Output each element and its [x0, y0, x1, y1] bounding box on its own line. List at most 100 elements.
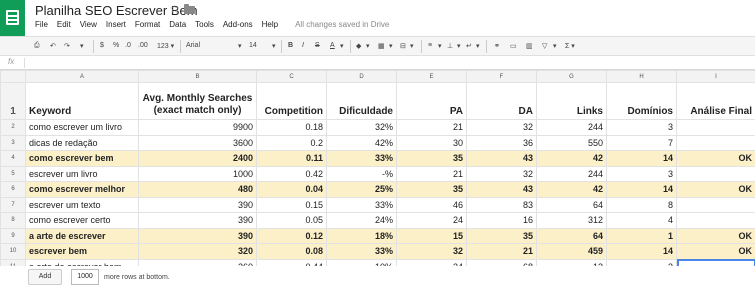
- cell-dominios[interactable]: 1: [606, 227, 677, 244]
- add-rows-button[interactable]: Add: [28, 269, 62, 285]
- menu-file[interactable]: File: [35, 20, 48, 29]
- cell-dominios[interactable]: 3: [606, 165, 677, 182]
- chevron-down-icon[interactable]: ▾: [340, 42, 344, 50]
- rows-count-input[interactable]: 1000: [71, 269, 99, 285]
- cell-pa[interactable]: 35: [396, 150, 467, 167]
- cell-competition[interactable]: 0.15: [256, 196, 327, 213]
- cell-analise-final[interactable]: OK: [676, 181, 755, 198]
- cell-da[interactable]: 43: [466, 181, 537, 198]
- cell-links[interactable]: 244: [536, 165, 607, 182]
- menu-addons[interactable]: Add-ons: [223, 20, 253, 29]
- undo-icon[interactable]: ↶: [50, 42, 56, 50]
- row-header[interactable]: 2: [0, 119, 26, 136]
- cell-analise-final[interactable]: [676, 134, 755, 151]
- cell-dominios[interactable]: 8: [606, 196, 677, 213]
- header-cell-keyword[interactable]: Keyword: [25, 82, 139, 120]
- chevron-down-icon[interactable]: ▾: [272, 42, 276, 50]
- row-header[interactable]: 10: [0, 243, 26, 260]
- row-header[interactable]: 3: [0, 134, 26, 151]
- menu-edit[interactable]: Edit: [57, 20, 71, 29]
- cell-keyword[interactable]: como escrever melhor: [25, 181, 139, 198]
- cell-da[interactable]: 32: [466, 119, 537, 136]
- star-icon[interactable]: ☆: [169, 2, 180, 16]
- row-header[interactable]: 9: [0, 227, 26, 244]
- text-wrap-icon[interactable]: ↵: [466, 42, 472, 50]
- cell-links[interactable]: 550: [536, 134, 607, 151]
- cell-keyword[interactable]: como escrever certo: [25, 212, 139, 229]
- column-header-g[interactable]: G: [536, 70, 607, 83]
- menu-tools[interactable]: Tools: [195, 20, 214, 29]
- cell-da[interactable]: 21: [466, 243, 537, 260]
- cell-competition[interactable]: 0.05: [256, 212, 327, 229]
- header-cell-dificuldade[interactable]: Dificuldade: [326, 82, 397, 120]
- cell-dificuldade[interactable]: 33%: [326, 196, 397, 213]
- font-size-dropdown[interactable]: 14: [249, 42, 257, 49]
- cell-analise-final[interactable]: OK: [676, 243, 755, 260]
- column-header-c[interactable]: C: [256, 70, 327, 83]
- chevron-down-icon[interactable]: ▾: [366, 42, 370, 50]
- bold-button[interactable]: B: [288, 42, 293, 49]
- cell-dificuldade[interactable]: 33%: [326, 150, 397, 167]
- cell-pa[interactable]: 15: [396, 227, 467, 244]
- cell-competition[interactable]: 0.2: [256, 134, 327, 151]
- cell-searches[interactable]: 480: [138, 181, 257, 198]
- paint-format-icon[interactable]: ▾: [80, 42, 84, 50]
- strikethrough-button[interactable]: S: [315, 42, 320, 49]
- cell-analise-final[interactable]: [676, 165, 755, 182]
- cell-links[interactable]: 42: [536, 150, 607, 167]
- cell-pa[interactable]: 30: [396, 134, 467, 151]
- corner-cell[interactable]: [0, 70, 26, 83]
- cell-searches[interactable]: 3600: [138, 134, 257, 151]
- cell-searches[interactable]: 9900: [138, 119, 257, 136]
- cell-analise-final[interactable]: [676, 196, 755, 213]
- cell-keyword[interactable]: dicas de redação: [25, 134, 139, 151]
- row-header[interactable]: 7: [0, 196, 26, 213]
- cell-searches[interactable]: 390: [138, 212, 257, 229]
- filter-icon[interactable]: ▽: [542, 42, 547, 50]
- cell-pa[interactable]: 46: [396, 196, 467, 213]
- cell-keyword[interactable]: escrever um texto: [25, 196, 139, 213]
- cell-da[interactable]: 16: [466, 212, 537, 229]
- cell-pa[interactable]: 21: [396, 119, 467, 136]
- cell-links[interactable]: 312: [536, 212, 607, 229]
- cell-keyword[interactable]: escrever um livro: [25, 165, 139, 182]
- borders-icon[interactable]: ▦: [378, 42, 385, 50]
- increase-decimal-button[interactable]: .00: [138, 42, 148, 49]
- row-header[interactable]: 8: [0, 212, 26, 229]
- cell-dificuldade[interactable]: 33%: [326, 243, 397, 260]
- cell-dificuldade[interactable]: 25%: [326, 181, 397, 198]
- cell-analise-final[interactable]: OK: [676, 227, 755, 244]
- cell-da[interactable]: 36: [466, 134, 537, 151]
- functions-dropdown[interactable]: Σ ▾: [565, 42, 575, 50]
- menu-help[interactable]: Help: [262, 20, 278, 29]
- row-header[interactable]: 5: [0, 165, 26, 182]
- column-header-e[interactable]: E: [396, 70, 467, 83]
- cell-pa[interactable]: 35: [396, 181, 467, 198]
- row-header[interactable]: 6: [0, 181, 26, 198]
- chevron-down-icon[interactable]: ▾: [438, 42, 442, 50]
- cell-dificuldade[interactable]: 42%: [326, 134, 397, 151]
- text-color-button[interactable]: A: [330, 42, 335, 49]
- cell-dominios[interactable]: 3: [606, 119, 677, 136]
- cell-searches[interactable]: 2400: [138, 150, 257, 167]
- header-cell-analise-final[interactable]: Análise Final: [676, 82, 755, 120]
- cell-da[interactable]: 35: [466, 227, 537, 244]
- cell-competition[interactable]: 0.18: [256, 119, 327, 136]
- column-header-h[interactable]: H: [606, 70, 677, 83]
- cell-searches[interactable]: 1000: [138, 165, 257, 182]
- cell-dominios[interactable]: 4: [606, 212, 677, 229]
- column-header-f[interactable]: F: [466, 70, 537, 83]
- column-header-d[interactable]: D: [326, 70, 397, 83]
- chevron-down-icon[interactable]: ▾: [410, 42, 414, 50]
- menu-data[interactable]: Data: [169, 20, 186, 29]
- menu-insert[interactable]: Insert: [106, 20, 126, 29]
- cell-dificuldade[interactable]: -%: [326, 165, 397, 182]
- cell-searches[interactable]: 320: [138, 243, 257, 260]
- sheets-logo-icon[interactable]: [0, 0, 25, 36]
- cell-competition[interactable]: 0.12: [256, 227, 327, 244]
- header-cell-competition[interactable]: Competition: [256, 82, 327, 120]
- menu-view[interactable]: View: [80, 20, 97, 29]
- cell-links[interactable]: 459: [536, 243, 607, 260]
- row-header[interactable]: 4: [0, 150, 26, 167]
- cell-keyword[interactable]: como escrever bem: [25, 150, 139, 167]
